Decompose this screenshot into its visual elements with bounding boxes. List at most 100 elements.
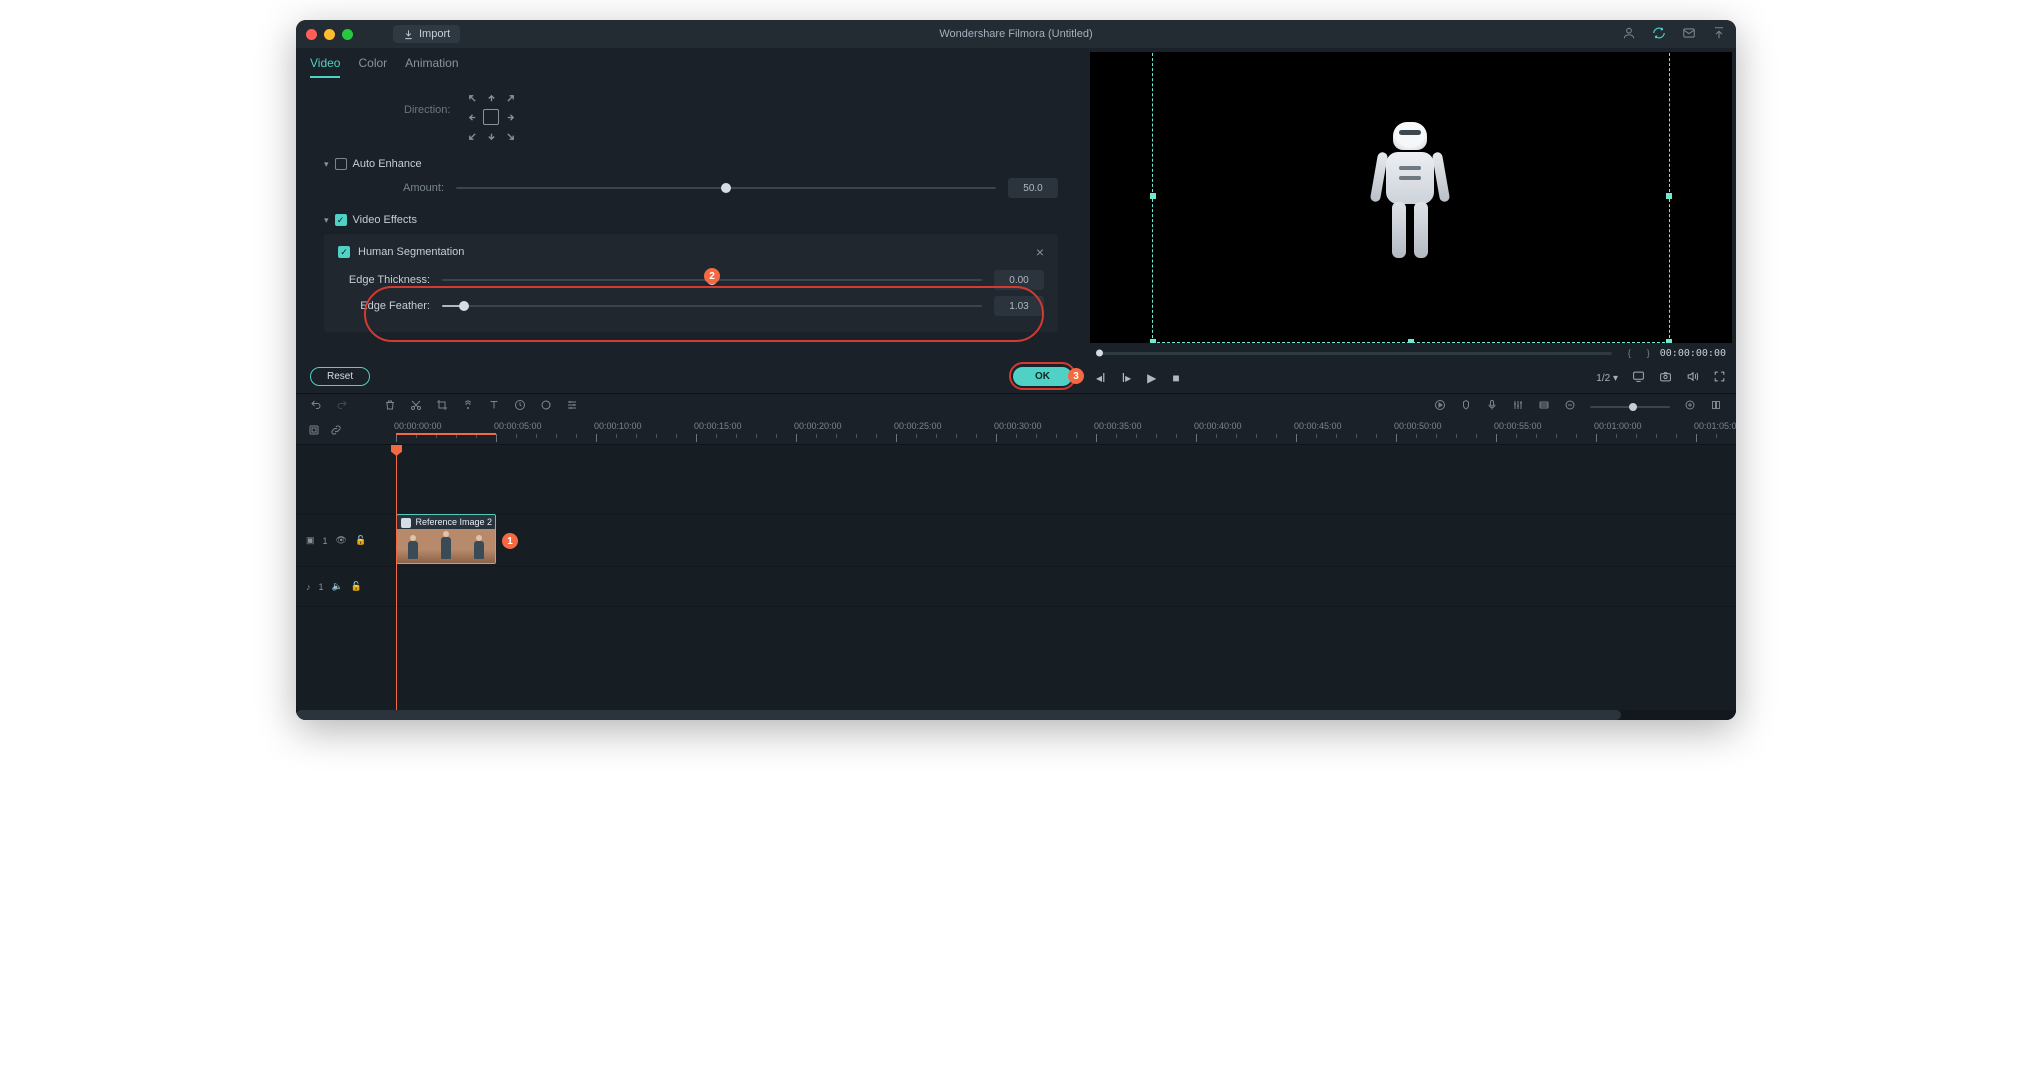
amount-slider[interactable] [456,187,996,189]
bbox-handle[interactable] [1150,339,1156,343]
dir-e-icon[interactable] [502,109,518,125]
clip-thumbnail [397,529,495,563]
step-back-icon[interactable]: Ⅰ▸ [1122,371,1132,385]
track-size-icon[interactable] [1538,399,1550,414]
timeline-h-scrollbar[interactable] [296,710,1736,720]
timeline-zoom-slider[interactable] [1590,406,1670,408]
voice-icon[interactable] [462,399,474,414]
dir-w-icon[interactable] [464,109,480,125]
preview-canvas[interactable] [1090,52,1732,343]
edge-feather-value[interactable]: 1.03 [994,296,1044,316]
auto-enhance-header[interactable]: ▾ Auto Enhance [324,158,1058,170]
minimize-window-icon[interactable] [324,29,335,40]
track-head [296,607,396,707]
dir-ne-icon[interactable] [502,90,518,106]
volume-icon[interactable] [1686,370,1699,386]
preview-scrub-track[interactable] [1096,352,1612,355]
audio-track-1[interactable]: ♪ 1 🔈 🔓 [296,567,1736,607]
tick-area[interactable]: 00:00:00:0000:00:05:0000:00:10:0000:00:1… [396,419,1736,444]
slider-thumb[interactable] [1629,403,1637,411]
play-icon[interactable]: ▶ [1147,371,1156,385]
scrub-thumb[interactable] [1096,350,1103,357]
crop-icon[interactable] [436,399,448,414]
dir-s-icon[interactable] [483,128,499,144]
link-icon[interactable] [330,424,342,439]
display-icon[interactable] [1632,370,1645,386]
tab-animation[interactable]: Animation [405,56,458,78]
lock-icon[interactable]: 🔓 [355,535,366,546]
scrollbar-thumb[interactable] [296,710,1621,720]
auto-enhance-checkbox[interactable] [335,158,347,170]
timeline-clip[interactable]: Reference Image 2 [396,514,496,564]
delete-icon[interactable] [384,399,396,414]
text-icon[interactable] [488,399,500,414]
bbox-handle[interactable] [1666,339,1672,343]
thumb-figure-icon [441,537,451,559]
bbox-handle[interactable] [1666,193,1672,199]
adjust-icon[interactable] [566,399,578,414]
maximize-window-icon[interactable] [342,29,353,40]
ruler-tick [1616,434,1617,438]
playback-right: 1/2 ▾ [1596,370,1726,386]
ruler-tick [1716,434,1717,438]
mark-in-icon[interactable]: { [1628,348,1631,358]
direction-grid [464,90,518,144]
mixer-icon[interactable] [1512,399,1524,414]
video-effects-header[interactable]: ▾ Video Effects [324,214,1058,226]
color-icon[interactable] [540,399,552,414]
redo-icon[interactable] [336,399,348,414]
ruler-tick [1056,434,1057,438]
stop-icon[interactable]: ■ [1172,371,1179,385]
human-seg-checkbox[interactable] [338,246,350,258]
render-icon[interactable] [1434,399,1446,414]
video-track-1[interactable]: ▣ 1 👁 🔓 Reference Image 2 [296,515,1736,567]
caret-icon: ▾ [324,159,329,170]
video-effects-checkbox[interactable] [335,214,347,226]
record-vo-icon[interactable] [1486,399,1498,414]
close-window-icon[interactable] [306,29,317,40]
time-ruler[interactable]: 00:00:00:0000:00:05:0000:00:10:0000:00:1… [296,419,1736,445]
slider-thumb[interactable] [721,183,731,193]
ripple-icon[interactable] [308,424,320,439]
fullscreen-icon[interactable] [1713,370,1726,386]
cut-icon[interactable] [410,399,422,414]
lock-icon[interactable]: 🔓 [351,581,362,592]
prev-frame-icon[interactable]: ◂Ⅰ [1096,371,1106,385]
mail-icon[interactable] [1682,26,1696,43]
speed-icon[interactable] [514,399,526,414]
mute-icon[interactable]: 🔈 [332,581,343,592]
account-icon[interactable] [1622,26,1636,43]
undo-icon[interactable] [310,399,322,414]
amount-value[interactable]: 50.0 [1008,178,1058,198]
marker-icon[interactable] [1460,399,1472,414]
dir-n-icon[interactable] [483,90,499,106]
reset-button[interactable]: Reset [310,367,370,386]
snapshot-icon[interactable] [1659,370,1672,386]
ruler-time-label: 00:00:05:00 [494,421,542,431]
playhead[interactable] [396,445,397,710]
dir-nw-icon[interactable] [464,90,480,106]
zoom-out-icon[interactable] [1564,399,1576,414]
import-button[interactable]: Import [393,25,460,43]
sync-icon[interactable] [1652,26,1666,43]
ruler-selection [396,419,496,435]
zoom-display[interactable]: 1/2 ▾ [1596,373,1618,384]
bbox-handle[interactable] [1408,339,1414,343]
tab-color[interactable]: Color [358,56,387,78]
ok-button[interactable]: OK [1013,367,1072,386]
slider-thumb[interactable] [459,301,469,311]
zoom-fit-icon[interactable] [1710,399,1722,414]
bbox-handle[interactable] [1150,193,1156,199]
dir-center-icon[interactable] [483,109,499,125]
mark-out-icon[interactable]: } [1647,348,1650,358]
edge-thickness-value[interactable]: 0.00 [994,270,1044,290]
robot-leg-icon [1392,202,1406,258]
visibility-icon[interactable]: 👁 [336,535,347,546]
dir-se-icon[interactable] [502,128,518,144]
close-icon[interactable]: × [1036,244,1044,260]
dir-sw-icon[interactable] [464,128,480,144]
export-icon[interactable] [1712,26,1726,43]
tab-video[interactable]: Video [310,56,340,78]
edge-feather-slider[interactable] [442,305,982,307]
zoom-in-icon[interactable] [1684,399,1696,414]
